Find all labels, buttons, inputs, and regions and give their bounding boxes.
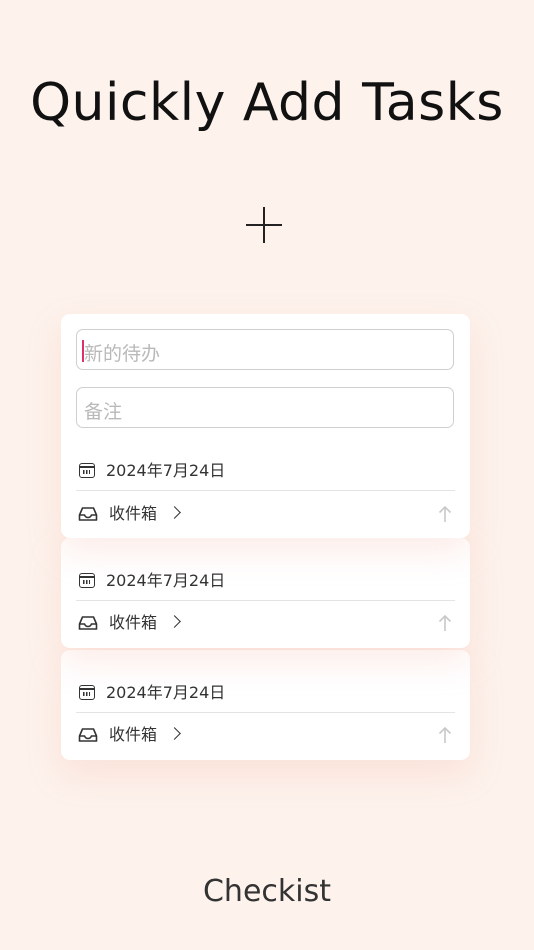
date-row[interactable]: 2024年7月24日 bbox=[76, 570, 455, 594]
inbox-icon bbox=[78, 728, 98, 742]
due-date: 2024年7月24日 bbox=[106, 461, 226, 480]
task-card-2: 2024年7月24日 收件箱 bbox=[61, 538, 470, 648]
list-label: 收件箱 bbox=[109, 613, 158, 632]
calendar-icon bbox=[79, 685, 95, 700]
due-date: 2024年7月24日 bbox=[106, 571, 226, 590]
divider bbox=[76, 712, 455, 713]
due-date: 2024年7月24日 bbox=[106, 683, 226, 702]
list-row[interactable]: 收件箱 bbox=[76, 612, 455, 636]
task-note-placeholder: 备注 bbox=[84, 401, 123, 423]
chevron-right-icon[interactable] bbox=[168, 506, 181, 519]
add-task-button[interactable] bbox=[246, 207, 282, 243]
arrow-up-icon[interactable] bbox=[438, 726, 452, 744]
chevron-right-icon[interactable] bbox=[168, 727, 181, 740]
arrow-up-icon[interactable] bbox=[438, 505, 452, 523]
inbox-icon bbox=[78, 616, 98, 630]
list-label: 收件箱 bbox=[109, 725, 158, 744]
task-card-3: 2024年7月24日 收件箱 bbox=[61, 650, 470, 760]
list-row[interactable]: 收件箱 bbox=[76, 724, 455, 748]
divider bbox=[76, 600, 455, 601]
task-note-field[interactable]: 备注 bbox=[76, 387, 454, 428]
calendar-icon bbox=[79, 463, 95, 478]
date-row[interactable]: 2024年7月24日 bbox=[76, 682, 455, 706]
task-title-field[interactable]: 新的待办 bbox=[76, 329, 454, 370]
headline: Quickly Add Tasks bbox=[30, 73, 504, 133]
task-card-1: 新的待办 备注 2024年7月24日 收件箱 bbox=[61, 314, 470, 538]
arrow-up-icon[interactable] bbox=[438, 614, 452, 632]
task-title-placeholder: 新的待办 bbox=[84, 343, 161, 365]
divider bbox=[76, 490, 455, 491]
list-label: 收件箱 bbox=[109, 504, 158, 523]
inbox-icon bbox=[78, 507, 98, 521]
calendar-icon bbox=[79, 573, 95, 588]
date-row[interactable]: 2024年7月24日 bbox=[76, 460, 455, 484]
list-row[interactable]: 收件箱 bbox=[76, 503, 455, 527]
chevron-right-icon[interactable] bbox=[168, 615, 181, 628]
brand-name: Checkist bbox=[202, 874, 331, 909]
